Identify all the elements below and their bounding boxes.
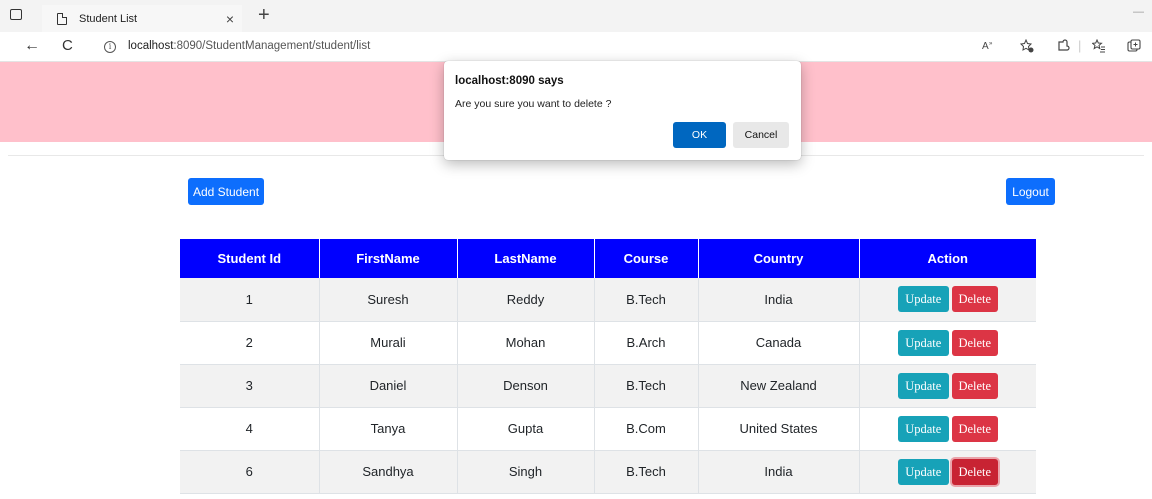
collections-icon[interactable] (1127, 39, 1141, 56)
cell-firstname: Suresh (319, 278, 458, 322)
column-header-country: Country (698, 239, 860, 278)
cancel-button[interactable]: Cancel (733, 122, 789, 148)
cell-action: Update Delete (859, 407, 1036, 451)
minimize-icon[interactable]: — (1133, 6, 1144, 18)
new-tab-icon[interactable]: + (258, 4, 270, 27)
cell-student-id: 3 (180, 364, 320, 408)
update-button[interactable]: Update (897, 286, 949, 313)
url-field[interactable]: localhost:8090/StudentManagement/student… (128, 40, 370, 52)
page-icon (57, 12, 67, 25)
cell-firstname: Murali (319, 321, 458, 365)
browser-tab-bar: Student List × + — (0, 0, 1152, 32)
update-button[interactable]: Update (897, 329, 949, 356)
table-row: 1 Suresh Reddy B.Tech India Update Delete (180, 278, 1036, 322)
cell-course: B.Tech (594, 364, 699, 408)
delete-button[interactable]: Delete (951, 372, 998, 399)
cell-firstname: Daniel (319, 364, 458, 408)
dialog-title: localhost:8090 says (455, 75, 564, 87)
cell-country: Canada (698, 321, 860, 365)
svg-text:A: A (982, 41, 989, 52)
cell-course: B.Arch (594, 321, 699, 365)
svg-text:»: » (989, 41, 993, 47)
tab-actions-icon[interactable] (10, 9, 22, 20)
update-button[interactable]: Update (897, 458, 949, 485)
cell-action: Update Delete (859, 450, 1036, 494)
cell-lastname: Singh (457, 450, 595, 494)
site-info-icon[interactable]: i (104, 41, 116, 53)
cell-student-id: 1 (180, 278, 320, 322)
logout-button[interactable]: Logout (1006, 178, 1055, 205)
extensions-icon[interactable] (1056, 39, 1070, 56)
column-header-student-id: Student Id (180, 239, 320, 278)
dialog-message: Are you sure you want to delete ? (455, 98, 612, 110)
cell-action: Update Delete (859, 364, 1036, 408)
column-header-course: Course (594, 239, 699, 278)
cell-course: B.Tech (594, 450, 699, 494)
cell-firstname: Sandhya (319, 450, 458, 494)
add-student-button[interactable]: Add Student (188, 178, 264, 205)
cell-country: India (698, 450, 860, 494)
column-header-action: Action (859, 239, 1036, 278)
favorites-icon[interactable] (1091, 38, 1106, 56)
toolbar-divider: | (1078, 38, 1082, 53)
delete-button[interactable]: Delete (951, 329, 998, 356)
table-header-row: Student Id FirstName LastName Course Cou… (180, 239, 1036, 278)
cell-student-id: 4 (180, 407, 320, 451)
cell-student-id: 6 (180, 450, 320, 494)
column-header-lastname: LastName (457, 239, 595, 278)
cell-lastname: Denson (457, 364, 595, 408)
confirm-dialog: localhost:8090 says Are you sure you wan… (444, 61, 801, 160)
browser-tab[interactable]: Student List × (42, 5, 242, 32)
cell-lastname: Gupta (457, 407, 595, 451)
cell-firstname: Tanya (319, 407, 458, 451)
cell-action: Update Delete (859, 321, 1036, 365)
refresh-icon[interactable]: C (62, 37, 73, 54)
cell-country: United States (698, 407, 860, 451)
update-button[interactable]: Update (897, 415, 949, 442)
table-row: 3 Daniel Denson B.Tech New Zealand Updat… (180, 364, 1036, 408)
column-header-firstname: FirstName (319, 239, 458, 278)
delete-button[interactable]: Delete (951, 286, 998, 313)
update-button[interactable]: Update (897, 372, 949, 399)
back-icon[interactable]: ← (24, 37, 40, 55)
favorite-add-icon[interactable] (1019, 38, 1034, 56)
cell-student-id: 2 (180, 321, 320, 365)
cell-lastname: Reddy (457, 278, 595, 322)
student-table: Student Id FirstName LastName Course Cou… (180, 239, 1036, 494)
cell-lastname: Mohan (457, 321, 595, 365)
address-bar: ← C i localhost:8090/StudentManagement/s… (0, 32, 1152, 62)
table-row: 4 Tanya Gupta B.Com United States Update… (180, 407, 1036, 451)
table-row: 2 Murali Mohan B.Arch Canada Update Delet… (180, 321, 1036, 365)
delete-button[interactable]: Delete (951, 415, 998, 442)
table-row: 6 Sandhya Singh B.Tech India Update Delet… (180, 450, 1036, 494)
cell-country: India (698, 278, 860, 322)
cell-course: B.Com (594, 407, 699, 451)
cell-country: New Zealand (698, 364, 860, 408)
delete-button[interactable]: Delete (951, 458, 998, 485)
close-tab-icon[interactable]: × (222, 11, 238, 27)
url-host: localhost (128, 40, 174, 52)
ok-button[interactable]: OK (673, 122, 726, 148)
cell-action: Update Delete (859, 278, 1036, 322)
cell-course: B.Tech (594, 278, 699, 322)
tab-title: Student List (79, 12, 138, 25)
url-path: :8090/StudentManagement/student/list (173, 40, 371, 52)
read-aloud-icon[interactable]: A» (982, 39, 996, 55)
